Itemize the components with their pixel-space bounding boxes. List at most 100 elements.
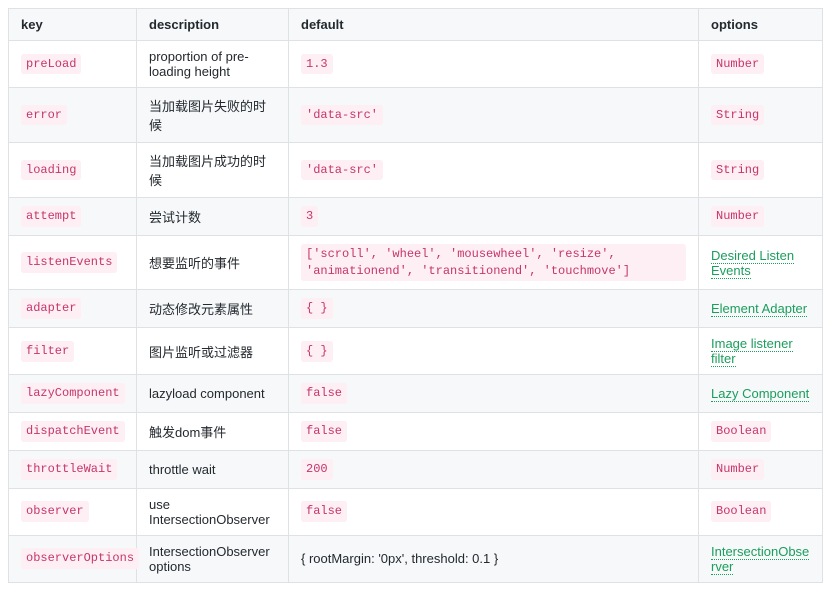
cell-options: Image listener filter xyxy=(699,328,823,375)
cell-key: filter xyxy=(9,328,137,375)
cell-description: use IntersectionObserver xyxy=(137,488,289,535)
cell-options: Element Adapter xyxy=(699,290,823,328)
table-row: dispatchEvent 触发dom事件 false Boolean xyxy=(9,412,823,450)
cell-options: Boolean xyxy=(699,488,823,535)
key-code: filter xyxy=(21,341,74,362)
cell-options: IntersectionObserver xyxy=(699,535,823,582)
cell-description: 触发dom事件 xyxy=(137,412,289,450)
cell-default: { } xyxy=(289,328,699,375)
default-code: 'data-src' xyxy=(301,105,383,126)
table-row: filter 图片监听或过滤器 { } Image listener filter xyxy=(9,328,823,375)
default-code: 200 xyxy=(301,459,333,480)
table-row: adapter 动态修改元素属性 { } Element Adapter xyxy=(9,290,823,328)
cell-default: false xyxy=(289,412,699,450)
cell-description: 尝试计数 xyxy=(137,198,289,236)
table-row: throttleWait throttle wait 200 Number xyxy=(9,450,823,488)
cell-key: attempt xyxy=(9,198,137,236)
cell-description: throttle wait xyxy=(137,450,289,488)
options-link[interactable]: Desired Listen Events xyxy=(711,248,794,279)
cell-key: throttleWait xyxy=(9,450,137,488)
cell-options: Lazy Component xyxy=(699,375,823,413)
header-description: description xyxy=(137,9,289,41)
cell-key: lazyComponent xyxy=(9,375,137,413)
default-code: ['scroll', 'wheel', 'mousewheel', 'resiz… xyxy=(301,244,686,282)
options-code: String xyxy=(711,160,764,181)
cell-key: observer xyxy=(9,488,137,535)
options-code: String xyxy=(711,105,764,126)
default-code: false xyxy=(301,501,347,522)
cell-default: false xyxy=(289,488,699,535)
default-text: { rootMargin: '0px', threshold: 0.1 } xyxy=(301,551,498,566)
key-code: observerOptions xyxy=(21,548,139,569)
key-code: error xyxy=(21,105,67,126)
header-options: options xyxy=(699,9,823,41)
cell-options: Number xyxy=(699,41,823,88)
cell-description: 想要监听的事件 xyxy=(137,235,289,290)
default-code: 3 xyxy=(301,206,318,227)
cell-options: Number xyxy=(699,450,823,488)
options-link[interactable]: IntersectionObserver xyxy=(711,544,809,575)
key-code: loading xyxy=(21,160,81,181)
header-key: key xyxy=(9,9,137,41)
cell-default: 3 xyxy=(289,198,699,236)
header-default: default xyxy=(289,9,699,41)
key-code: dispatchEvent xyxy=(21,421,125,442)
cell-description: 动态修改元素属性 xyxy=(137,290,289,328)
cell-key: error xyxy=(9,88,137,143)
cell-key: adapter xyxy=(9,290,137,328)
cell-key: preLoad xyxy=(9,41,137,88)
options-code: Number xyxy=(711,206,764,227)
cell-key: loading xyxy=(9,143,137,198)
cell-options: String xyxy=(699,143,823,198)
options-link[interactable]: Element Adapter xyxy=(711,301,807,317)
cell-default: 'data-src' xyxy=(289,88,699,143)
cell-key: listenEvents xyxy=(9,235,137,290)
options-link[interactable]: Image listener filter xyxy=(711,336,793,367)
table-row: preLoad proportion of pre-loading height 1… xyxy=(9,41,823,88)
default-code: false xyxy=(301,383,347,404)
cell-options: Desired Listen Events xyxy=(699,235,823,290)
default-code: 1.3 xyxy=(301,54,333,75)
cell-description: IntersectionObserver options xyxy=(137,535,289,582)
options-code: Number xyxy=(711,54,764,75)
cell-description: 当加载图片成功的时候 xyxy=(137,143,289,198)
cell-description: proportion of pre-loading height xyxy=(137,41,289,88)
default-code: { } xyxy=(301,298,333,319)
key-code: lazyComponent xyxy=(21,383,125,404)
cell-description: 图片监听或过滤器 xyxy=(137,328,289,375)
cell-description: lazyload component xyxy=(137,375,289,413)
key-code: observer xyxy=(21,501,89,522)
default-code: 'data-src' xyxy=(301,160,383,181)
table-row: attempt 尝试计数 3 Number xyxy=(9,198,823,236)
options-code: Number xyxy=(711,459,764,480)
cell-options: String xyxy=(699,88,823,143)
default-code: { } xyxy=(301,341,333,362)
options-code: Boolean xyxy=(711,421,771,442)
table-row: lazyComponent lazyload component false Lazy… xyxy=(9,375,823,413)
cell-default: 'data-src' xyxy=(289,143,699,198)
cell-default: false xyxy=(289,375,699,413)
key-code: adapter xyxy=(21,298,81,319)
default-code: false xyxy=(301,421,347,442)
key-code: throttleWait xyxy=(21,459,117,480)
cell-key: observerOptions xyxy=(9,535,137,582)
table-row: listenEvents 想要监听的事件 ['scroll', 'wheel', '… xyxy=(9,235,823,290)
key-code: listenEvents xyxy=(21,252,117,273)
table-header-row: key description default options xyxy=(9,9,823,41)
cell-default: ['scroll', 'wheel', 'mousewheel', 'resiz… xyxy=(289,235,699,290)
cell-key: dispatchEvent xyxy=(9,412,137,450)
cell-options: Number xyxy=(699,198,823,236)
cell-default: 1.3 xyxy=(289,41,699,88)
cell-default: { rootMargin: '0px', threshold: 0.1 } xyxy=(289,535,699,582)
options-table: key description default options preLoadp… xyxy=(8,8,823,583)
options-link[interactable]: Lazy Component xyxy=(711,386,809,402)
cell-options: Boolean xyxy=(699,412,823,450)
options-code: Boolean xyxy=(711,501,771,522)
cell-description: 当加载图片失败的时候 xyxy=(137,88,289,143)
table-row: observerOptionsIntersectionObserver opti… xyxy=(9,535,823,582)
key-code: attempt xyxy=(21,206,81,227)
table-row: observer use IntersectionObserver false Boo… xyxy=(9,488,823,535)
key-code: preLoad xyxy=(21,54,81,75)
table-row: error 当加载图片失败的时候 'data-src' String xyxy=(9,88,823,143)
table-row: loading 当加载图片成功的时候 'data-src' String xyxy=(9,143,823,198)
